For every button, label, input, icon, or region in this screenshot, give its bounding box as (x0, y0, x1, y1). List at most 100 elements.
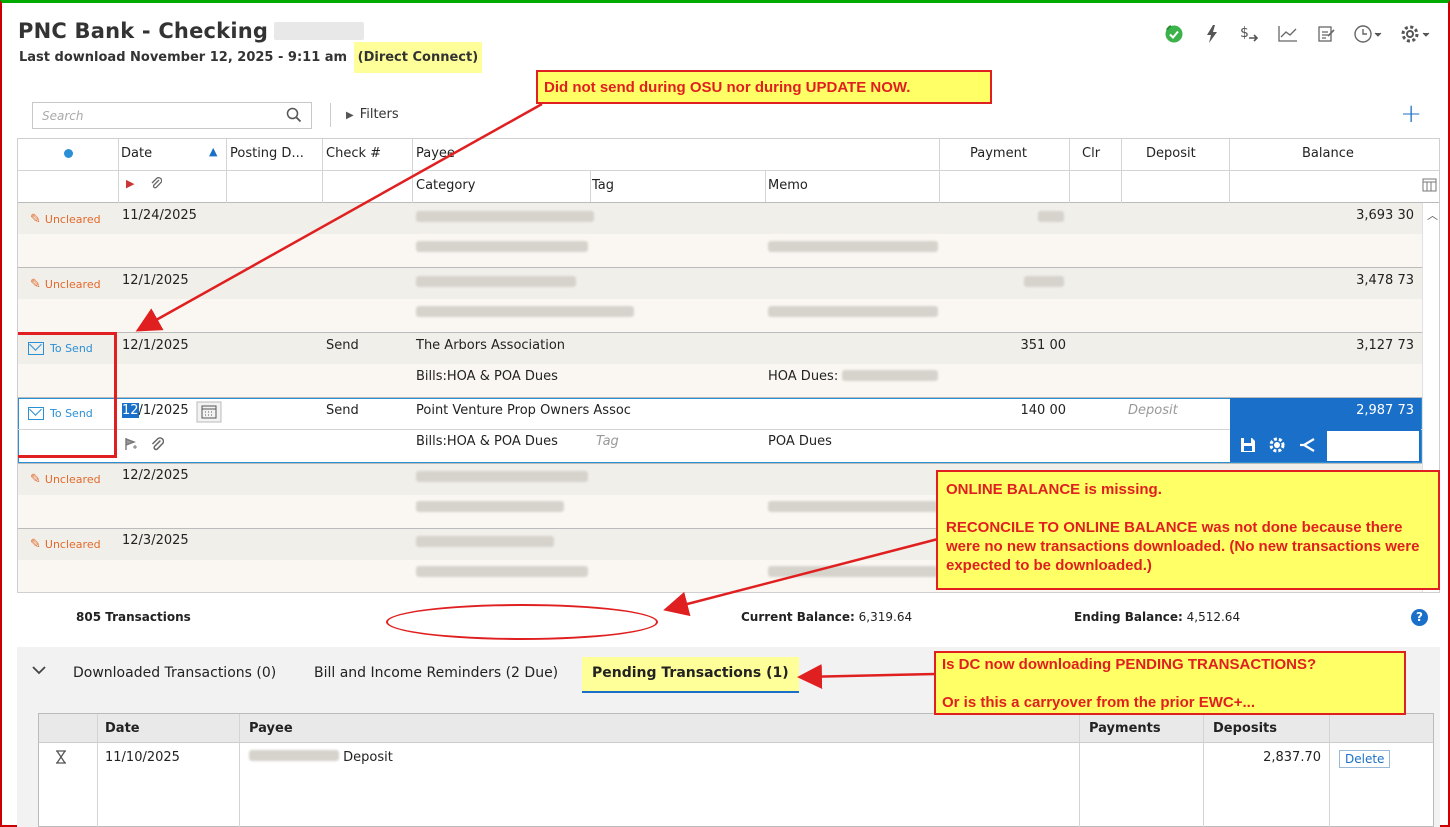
redacted-category (416, 566, 588, 581)
redacted-memo-detail (842, 370, 939, 381)
pending-header-date[interactable]: Date (105, 721, 140, 736)
chevron-up-icon[interactable]: ︿ (1427, 207, 1438, 223)
pending-header-payments[interactable]: Payments (1089, 721, 1161, 736)
search-input[interactable]: Search (32, 102, 312, 129)
dollar-transfer-icon[interactable]: $ (1238, 23, 1262, 45)
annotation-ellipse (386, 604, 658, 640)
status-uncleared[interactable]: ✎ Uncleared (30, 277, 101, 292)
row-balance: 3,693 30 (1356, 208, 1414, 223)
row-payee[interactable]: The Arbors Association (416, 338, 565, 353)
app-window: PNC Bank - Checking Last download Novemb… (0, 0, 1450, 827)
flag-icon[interactable]: ▶ (126, 177, 134, 190)
redacted-category (416, 306, 634, 321)
triangle-right-icon: ▶ (346, 110, 354, 121)
status-uncleared[interactable]: ✎ Uncleared (30, 472, 101, 487)
calendar-icon[interactable] (196, 401, 222, 427)
deposit-input[interactable]: Deposit (1128, 403, 1178, 418)
split-icon[interactable] (1298, 436, 1316, 458)
column-header-check[interactable]: Check # (326, 146, 381, 161)
chevron-down-icon[interactable] (32, 663, 46, 679)
status-uncleared[interactable]: ✎ Uncleared (30, 537, 101, 552)
redacted-category (416, 501, 564, 516)
row-date[interactable]: 11/24/2025 (122, 208, 197, 223)
row-balance: 2,987 73 (1356, 403, 1414, 418)
toolbar: $ (1162, 23, 1434, 45)
add-transaction-button[interactable]: + (1400, 101, 1422, 127)
row-date[interactable]: 12/2/2025 (122, 468, 189, 483)
row-date[interactable]: 12/3/2025 (122, 533, 189, 548)
payment-input[interactable]: 140 00 (958, 403, 1067, 418)
attachment-icon[interactable] (150, 436, 165, 456)
last-download-info: Last download November 12, 2025 - 9:11 a… (19, 42, 483, 73)
sort-ascending-icon[interactable]: ▲ (209, 145, 217, 158)
check-input[interactable]: Send (326, 403, 359, 418)
help-icon[interactable]: ? (1411, 609, 1428, 626)
column-header-deposit[interactable]: Deposit (1146, 146, 1196, 161)
pencil-icon: ✎ (30, 537, 41, 552)
pending-header-deposits[interactable]: Deposits (1213, 721, 1277, 736)
row-date[interactable]: 12/1/2025 (122, 273, 189, 288)
column-header-category[interactable]: Category (416, 178, 475, 193)
notes-icon[interactable] (1314, 23, 1338, 45)
annotation-online-balance-note: ONLINE BALANCE is missing. RECONCILE TO … (936, 470, 1440, 590)
redacted-payee (249, 750, 339, 761)
memo-input[interactable]: POA Dues (768, 434, 832, 449)
chart-icon[interactable] (1276, 23, 1300, 45)
pending-transactions-table: Date Payee Payments Deposits 11/10/2025 … (38, 713, 1434, 827)
pending-row-deposit: 2,837.70 (1263, 750, 1321, 765)
redacted-memo (768, 566, 938, 581)
redacted-memo (768, 501, 938, 516)
ending-balance: Ending Balance: 4,512.64 (1074, 610, 1241, 624)
column-header-payment[interactable]: Payment (970, 146, 1027, 161)
redacted-payee (416, 211, 594, 226)
filters-toggle[interactable]: ▶ Filters (346, 107, 399, 122)
redacted-category (416, 241, 588, 256)
tab-downloaded-transactions[interactable]: Downloaded Transactions (0) (73, 665, 276, 681)
gear-dropdown-icon[interactable] (1400, 23, 1434, 45)
date-input[interactable]: 12/1/2025 (122, 403, 189, 418)
status-uncleared[interactable]: ✎ Uncleared (30, 212, 101, 227)
sync-check-icon[interactable] (1162, 23, 1186, 45)
save-icon[interactable] (1239, 436, 1257, 458)
column-header-posting-date[interactable]: Posting D... (230, 146, 304, 161)
pending-row-date: 11/10/2025 (105, 750, 180, 765)
lightning-icon[interactable] (1200, 23, 1224, 45)
row-date[interactable]: 12/1/2025 (122, 338, 189, 353)
column-header-clr[interactable]: Clr (1082, 146, 1100, 161)
column-header-payee[interactable]: Payee (416, 146, 455, 161)
pencil-icon: ✎ (30, 277, 41, 292)
delete-button[interactable]: Delete (1339, 750, 1391, 768)
pending-header-payee[interactable]: Payee (249, 721, 293, 736)
redacted-payee (416, 276, 576, 291)
attachment-icon[interactable] (150, 176, 163, 194)
direct-connect-label: (Direct Connect) (353, 42, 483, 73)
column-header-memo[interactable]: Memo (768, 178, 808, 193)
tab-pending-transactions[interactable]: Pending Transactions (1) (582, 657, 799, 693)
search-icon[interactable] (286, 107, 302, 126)
tab-bill-income-reminders[interactable]: Bill and Income Reminders (2 Due) (314, 665, 558, 681)
register-footer: 805 Transactions Current Balance: 6,319.… (17, 594, 1440, 644)
transaction-count: 805 Transactions (76, 610, 191, 624)
row-check[interactable]: Send (326, 338, 359, 353)
clock-dropdown-icon[interactable] (1352, 23, 1386, 45)
redacted-payment (1038, 211, 1064, 226)
column-chooser-icon[interactable] (1422, 178, 1437, 196)
tag-input[interactable]: Tag (596, 434, 619, 449)
flag-add-icon[interactable] (124, 437, 138, 455)
column-header-tag[interactable]: Tag (592, 178, 614, 193)
payee-input[interactable]: Point Venture Prop Owners Assoc (416, 403, 631, 418)
column-header-date[interactable]: Date (121, 146, 152, 161)
pending-row-payee: Deposit (249, 750, 393, 765)
row-category[interactable]: Bills:HOA & POA Dues (416, 369, 558, 384)
row-memo[interactable]: HOA Dues: (768, 369, 939, 384)
status-dot-icon[interactable] (64, 147, 73, 162)
annotation-pending-note: Is DC now downloading PENDING TRANSACTIO… (934, 651, 1406, 715)
gear-icon[interactable] (1268, 436, 1286, 458)
editing-row[interactable] (18, 398, 1422, 463)
category-input[interactable]: Bills:HOA & POA Dues (416, 434, 558, 449)
column-header-balance[interactable]: Balance (1302, 146, 1354, 161)
annotation-highlight-box (18, 332, 117, 458)
row-payment[interactable]: 351 00 (958, 338, 1067, 353)
divider (330, 103, 331, 127)
account-title: PNC Bank - Checking (18, 19, 365, 43)
